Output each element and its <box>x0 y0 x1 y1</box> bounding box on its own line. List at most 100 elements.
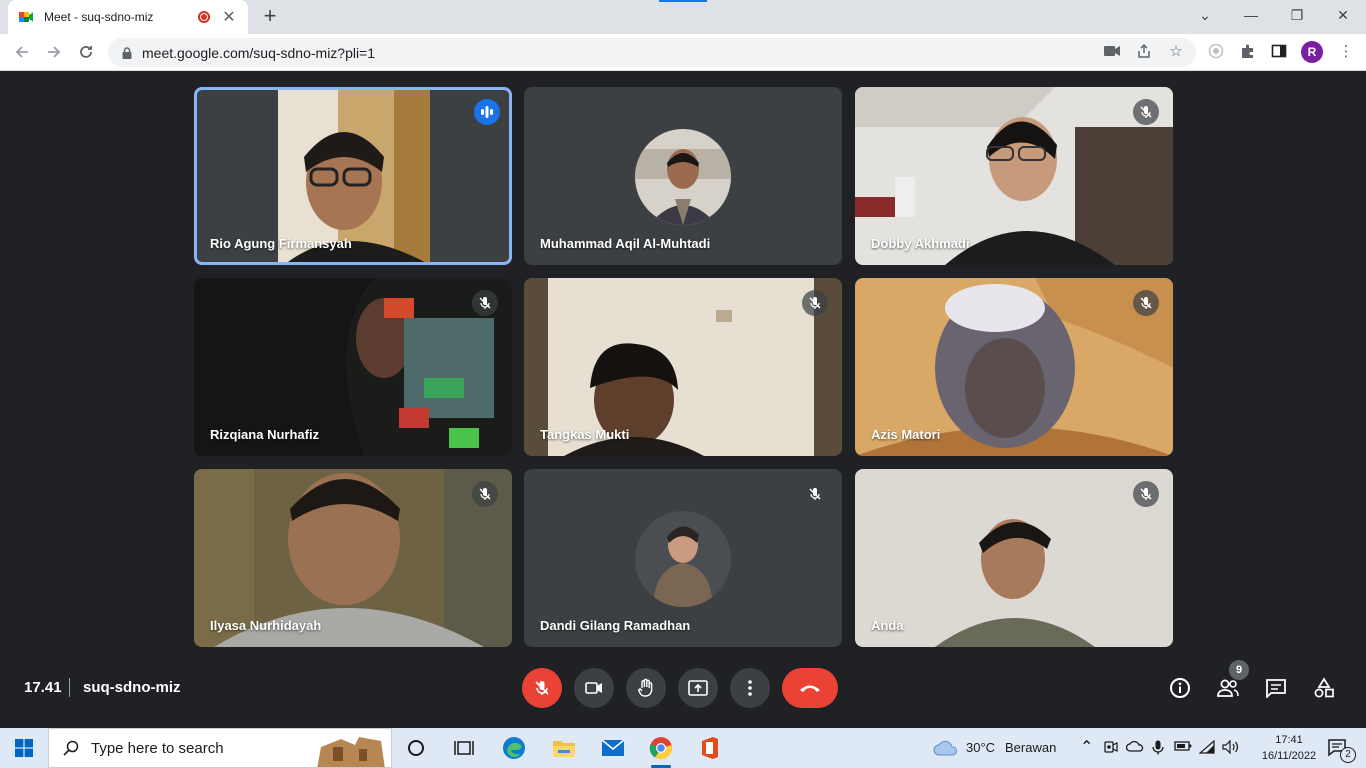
minimize-button[interactable]: — <box>1228 0 1274 30</box>
participant-tile[interactable]: Ilyasa Nurhidayah <box>194 469 512 647</box>
participant-tile[interactable]: Rio Agung Firmansyah <box>194 87 512 265</box>
people-icon <box>1217 679 1239 697</box>
profile-avatar[interactable]: R <box>1301 41 1323 63</box>
meeting-time: 17.41 <box>24 679 62 696</box>
url-text: meet.google.com/suq-sdno-miz?pli=1 <box>142 44 376 61</box>
close-window-button[interactable]: ✕ <box>1320 0 1366 30</box>
recording-icon <box>198 11 210 23</box>
microphone-tray-icon[interactable] <box>1152 740 1164 758</box>
volume-icon[interactable] <box>1222 739 1240 757</box>
mic-off-icon <box>1133 481 1159 507</box>
folder-icon <box>553 741 575 757</box>
notification-center-button[interactable]: 2 <box>1318 728 1358 768</box>
mic-off-icon <box>1133 99 1159 125</box>
more-vertical-icon <box>748 680 752 696</box>
bookmark-star-icon[interactable]: ☆ <box>1165 40 1187 62</box>
google-meet-icon <box>19 12 33 22</box>
tab-search-icon[interactable]: ⌄ <box>1182 0 1228 30</box>
more-options-button[interactable] <box>730 668 770 708</box>
meeting-code: suq-sdno-miz <box>83 679 181 696</box>
mic-off-icon <box>802 290 828 316</box>
present-screen-button[interactable] <box>678 668 718 708</box>
lock-icon <box>122 46 132 59</box>
back-button[interactable] <box>10 40 34 64</box>
cortana-button[interactable] <box>392 728 440 768</box>
participant-name: Ilyasa Nurhidayah <box>210 618 322 633</box>
toggle-camera-button[interactable] <box>574 668 614 708</box>
system-clock[interactable]: 17:41 16/11/2022 <box>1256 732 1322 764</box>
camera-tray-icon[interactable] <box>1104 740 1118 757</box>
address-bar[interactable]: meet.google.com/suq-sdno-miz?pli=1 <box>108 38 1196 67</box>
raise-hand-button[interactable] <box>626 668 666 708</box>
chrome-taskbar-button[interactable] <box>637 728 685 768</box>
participant-tile[interactable]: Rizqiana Nurhafiz <box>194 278 512 456</box>
office-taskbar-button[interactable] <box>686 728 734 768</box>
chat-button[interactable] <box>1262 674 1290 702</box>
search-highlight-image <box>317 737 385 767</box>
reload-button[interactable] <box>74 40 98 64</box>
restore-button[interactable]: ❐ <box>1274 0 1320 30</box>
participant-name: Muhammad Aqil Al-Muhtadi <box>540 236 711 251</box>
toggle-mic-button[interactable] <box>522 668 562 708</box>
participant-tile[interactable]: Azis Matori <box>855 278 1173 456</box>
participant-name: Tangkas Mukti <box>540 427 630 442</box>
show-everyone-button[interactable] <box>1214 674 1242 702</box>
weather-description: Berawan <box>1005 740 1057 755</box>
leave-call-button[interactable] <box>782 668 838 708</box>
weather-widget[interactable] <box>922 728 970 768</box>
notification-count-badge: 2 <box>1340 747 1356 763</box>
weather-temperature: 30°C <box>966 740 996 755</box>
meeting-controls-bar: 17.41 suq-sdno-miz 9 <box>0 660 1366 726</box>
info-icon <box>1170 678 1190 698</box>
participant-avatar <box>635 129 731 225</box>
mic-off-icon <box>472 481 498 507</box>
participant-tile[interactable]: Anda <box>855 469 1173 647</box>
clock-date: 16/11/2022 <box>1261 750 1317 762</box>
present-icon <box>688 680 708 696</box>
participant-name: Azis Matori <box>871 427 941 442</box>
participant-name: Dobby Akhmadi <box>871 236 970 251</box>
chat-icon <box>1266 679 1286 698</box>
meeting-details-button[interactable] <box>1166 674 1194 702</box>
participant-name: Dandi Gilang Ramadhan <box>540 618 691 633</box>
wifi-icon[interactable] <box>1198 739 1215 757</box>
mic-off-icon <box>472 290 498 316</box>
show-hidden-icons-chevron-icon[interactable]: ⌃ <box>1080 737 1093 757</box>
new-tab-button[interactable]: + <box>258 5 282 28</box>
start-button[interactable] <box>0 728 48 768</box>
reload-icon <box>80 46 92 58</box>
edge-taskbar-button[interactable] <box>490 728 538 768</box>
mail-taskbar-button[interactable] <box>589 728 637 768</box>
side-panel-icon[interactable] <box>1268 40 1290 62</box>
extension-record-icon[interactable] <box>1205 40 1227 62</box>
back-arrow-icon <box>15 46 28 58</box>
participant-tile[interactable]: Dobby Akhmadi <box>855 87 1173 265</box>
task-view-icon <box>454 741 474 755</box>
tab-close-icon[interactable]: ✕ <box>220 7 238 27</box>
taskbar-search-box[interactable]: Type here to search <box>48 728 392 768</box>
tab-highlight <box>659 0 707 2</box>
file-explorer-taskbar-button[interactable] <box>540 728 588 768</box>
activities-button[interactable] <box>1310 674 1338 702</box>
speaking-indicator-icon <box>474 99 500 125</box>
task-view-button[interactable] <box>440 728 488 768</box>
chrome-icon <box>649 737 673 760</box>
onedrive-icon[interactable] <box>1125 740 1144 755</box>
participant-name: Anda <box>871 618 904 633</box>
participant-tile[interactable]: Tangkas Mukti <box>524 278 842 456</box>
mic-off-icon <box>535 681 549 695</box>
windows-taskbar: Type here to search 30°C Berawan ⌃ 17:41… <box>0 728 1366 768</box>
forward-button[interactable] <box>42 40 66 64</box>
browser-tab-meet[interactable]: Meet - suq-sdno-miz ✕ <box>8 0 248 34</box>
extensions-puzzle-icon[interactable] <box>1237 40 1259 62</box>
hand-icon <box>638 678 653 697</box>
camera-in-use-icon[interactable] <box>1101 40 1123 62</box>
mail-icon <box>601 739 625 756</box>
participant-tile[interactable]: Muhammad Aqil Al-Muhtadi <box>524 87 842 265</box>
cloud-icon <box>933 740 957 756</box>
share-icon[interactable] <box>1133 40 1155 62</box>
browser-tab-strip: Meet - suq-sdno-miz ✕ + ⌄ — ❐ ✕ <box>0 0 1366 34</box>
chrome-menu-icon[interactable]: ⋮ <box>1335 40 1357 62</box>
participant-tile[interactable]: Dandi Gilang Ramadhan <box>524 469 842 647</box>
battery-icon[interactable] <box>1174 740 1192 755</box>
